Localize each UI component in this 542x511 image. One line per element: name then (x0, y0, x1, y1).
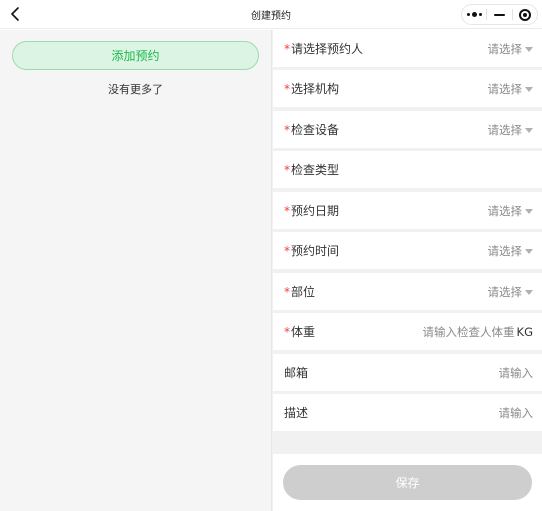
form-row-exam-type[interactable]: *检查类型 (273, 151, 542, 188)
required-mark: * (284, 285, 290, 299)
no-more-text: 没有更多了 (108, 83, 163, 96)
save-button[interactable]: 保存 (283, 465, 532, 500)
more-dots-icon (466, 12, 482, 17)
appointee-select[interactable]: 请选择 (488, 41, 533, 57)
weight-input[interactable]: 请输入检查人体重 KG (423, 324, 533, 340)
field-label: *预约时间 (284, 244, 340, 258)
required-mark: * (284, 123, 290, 137)
field-label: *体重 (284, 325, 316, 339)
form-row-weight[interactable]: *体重 请输入检查人体重 KG (273, 313, 542, 350)
appointment-list-panel: 添加预约 没有更多了 (0, 30, 271, 511)
mini-program-capsule (461, 4, 538, 25)
required-mark: * (284, 82, 290, 96)
institution-select[interactable]: 请选择 (488, 81, 533, 97)
save-bar: 保存 (273, 454, 542, 511)
dropdown-caret-icon (525, 86, 533, 92)
description-input[interactable]: 请输入 (499, 405, 534, 421)
field-label: *检查类型 (284, 163, 340, 177)
form-row-institution[interactable]: *选择机构 请选择 (273, 70, 542, 107)
appointment-form: *请选择预约人 请选择 *选择机构 请选择 *检查设备 请选择 *检查类型 *预… (271, 30, 542, 511)
device-select[interactable]: 请选择 (488, 122, 533, 138)
field-label: 描述 (284, 406, 309, 420)
add-appointment-button[interactable]: 添加预约 (12, 41, 259, 70)
required-mark: * (284, 325, 290, 339)
minimize-button[interactable] (487, 5, 511, 24)
time-select[interactable]: 请选择 (488, 243, 533, 259)
title-bar: 创建预约 (0, 0, 542, 29)
field-label: *选择机构 (284, 82, 340, 96)
dropdown-caret-icon (525, 248, 533, 254)
email-input[interactable]: 请输入 (499, 365, 534, 381)
form-row-appointee[interactable]: *请选择预约人 请选择 (273, 30, 542, 67)
required-mark: * (284, 244, 290, 258)
required-mark: * (284, 42, 290, 56)
dropdown-caret-icon (525, 46, 533, 52)
form-row-description[interactable]: 描述 请输入 (273, 394, 542, 431)
required-mark: * (284, 163, 290, 177)
close-button[interactable] (513, 5, 537, 24)
field-label: *检查设备 (284, 123, 340, 137)
form-row-device[interactable]: *检查设备 请选择 (273, 111, 542, 148)
date-select[interactable]: 请选择 (488, 203, 533, 219)
field-label: 邮箱 (284, 366, 309, 380)
dropdown-caret-icon (525, 127, 533, 133)
body-part-select[interactable]: 请选择 (488, 284, 533, 300)
form-row-email[interactable]: 邮箱 请输入 (273, 354, 542, 391)
form-row-time[interactable]: *预约时间 请选择 (273, 232, 542, 269)
dropdown-caret-icon (525, 289, 533, 295)
dropdown-caret-icon (525, 208, 533, 214)
field-label: *请选择预约人 (284, 42, 364, 56)
field-label: *部位 (284, 285, 316, 299)
weight-unit: KG (516, 324, 533, 339)
form-row-body-part[interactable]: *部位 请选择 (273, 273, 542, 310)
field-label: *预约日期 (284, 204, 340, 218)
close-target-icon (518, 8, 531, 21)
form-row-date[interactable]: *预约日期 请选择 (273, 192, 542, 229)
minimize-icon (493, 13, 505, 16)
required-mark: * (284, 204, 290, 218)
more-button[interactable] (462, 5, 486, 24)
